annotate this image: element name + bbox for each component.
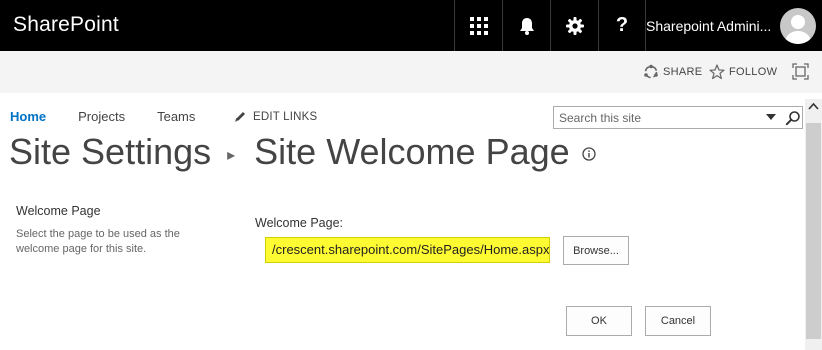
search-icon[interactable] xyxy=(785,110,801,126)
settings-button[interactable] xyxy=(550,0,598,51)
share-label: SHARE xyxy=(663,66,703,78)
welcome-page-label: Welcome Page: xyxy=(255,216,344,230)
nav-item-projects[interactable]: Projects xyxy=(78,109,125,124)
user-silhouette-icon xyxy=(784,15,812,44)
help-icon: ? xyxy=(615,14,629,36)
vertical-scrollbar[interactable] xyxy=(805,99,822,350)
nav-item-home[interactable]: Home xyxy=(10,109,46,124)
browse-button[interactable]: Browse... xyxy=(563,236,629,265)
search-input[interactable] xyxy=(554,107,754,128)
welcome-page-field[interactable]: /crescent.sharepoint.com/SitePages/Home.… xyxy=(265,237,550,263)
app-launcher-icon xyxy=(469,16,488,35)
scroll-up-icon[interactable] xyxy=(808,102,819,111)
focus-icon[interactable] xyxy=(792,63,809,80)
star-icon xyxy=(709,64,725,80)
suite-bar: SharePoint ? Sharepoint Admini... xyxy=(0,0,822,51)
edit-links-label: EDIT LINKS xyxy=(253,110,318,123)
ok-button[interactable]: OK xyxy=(566,306,632,336)
chevron-down-icon[interactable] xyxy=(766,114,776,120)
top-navigation: Home Projects Teams xyxy=(10,109,227,124)
action-bar: SHARE FOLLOW xyxy=(0,51,822,93)
follow-label: FOLLOW xyxy=(729,66,778,78)
share-icon xyxy=(644,64,658,79)
bell-icon xyxy=(519,17,534,35)
section-description: Select the page to be used as the welcom… xyxy=(16,228,180,255)
cancel-button[interactable]: Cancel xyxy=(645,306,711,336)
avatar[interactable] xyxy=(780,8,816,44)
edit-links-button[interactable]: EDIT LINKS xyxy=(234,110,317,123)
help-button[interactable]: ? xyxy=(598,0,646,51)
search-box xyxy=(553,106,803,129)
gear-icon xyxy=(565,16,584,35)
brand-title[interactable]: SharePoint xyxy=(13,13,119,37)
share-button[interactable]: SHARE xyxy=(643,64,702,80)
breadcrumb-current: Site Welcome Page xyxy=(254,131,570,172)
info-icon[interactable] xyxy=(582,147,596,161)
breadcrumb-separator-icon: ▸ xyxy=(227,147,236,164)
user-name[interactable]: Sharepoint Admini... xyxy=(646,18,771,34)
page-title: Site Settings ▸ Site Welcome Page xyxy=(9,131,596,173)
pencil-icon xyxy=(235,112,245,122)
notifications-button[interactable] xyxy=(502,0,550,51)
section-title: Welcome Page xyxy=(16,204,101,218)
scrollbar-thumb[interactable] xyxy=(806,123,821,339)
nav-item-teams[interactable]: Teams xyxy=(157,109,195,124)
breadcrumb-parent[interactable]: Site Settings xyxy=(9,131,211,173)
app-launcher-button[interactable] xyxy=(454,0,502,51)
follow-button[interactable]: FOLLOW xyxy=(709,64,777,80)
